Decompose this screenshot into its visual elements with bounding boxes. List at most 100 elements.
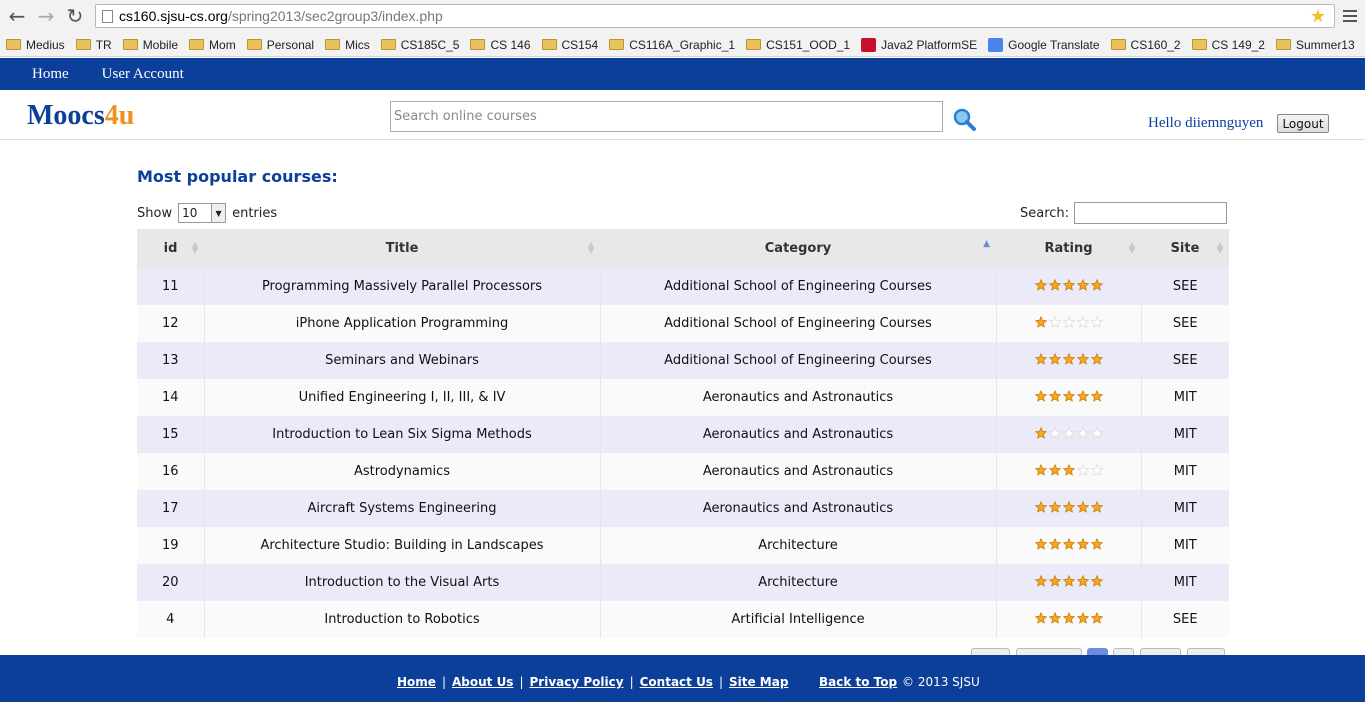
star-filled-icon[interactable] — [1048, 278, 1061, 291]
star-filled-icon[interactable] — [1034, 537, 1047, 550]
bookmark-item[interactable]: CS116A_Graphic_1 — [609, 38, 735, 52]
star-filled-icon[interactable] — [1090, 500, 1103, 513]
star-filled-icon[interactable] — [1076, 389, 1089, 402]
rating-stars[interactable] — [1034, 278, 1103, 291]
star-filled-icon[interactable] — [1076, 352, 1089, 365]
star-empty-icon[interactable] — [1048, 315, 1061, 328]
bookmark-item[interactable]: Google Translate — [988, 37, 1100, 52]
star-filled-icon[interactable] — [1090, 611, 1103, 624]
star-empty-icon[interactable] — [1090, 315, 1103, 328]
star-filled-icon[interactable] — [1034, 389, 1047, 402]
star-empty-icon[interactable] — [1090, 426, 1103, 439]
table-row[interactable]: 14 Unified Engineering I, II, III, & IV Ae… — [137, 379, 1229, 416]
footer-privacy-link[interactable]: Privacy Policy — [530, 675, 624, 689]
footer-about-link[interactable]: About Us — [452, 675, 513, 689]
table-row[interactable]: 16 Astrodynamics Aeronautics and Astronaut… — [137, 453, 1229, 490]
star-filled-icon[interactable] — [1090, 574, 1103, 587]
star-filled-icon[interactable] — [1034, 352, 1047, 365]
table-row[interactable]: 4 Introduction to Robotics Artificial Inte… — [137, 601, 1229, 638]
table-row[interactable]: 20 Introduction to the Visual Arts Archite… — [137, 564, 1229, 601]
star-filled-icon[interactable] — [1034, 315, 1047, 328]
star-filled-icon[interactable] — [1090, 537, 1103, 550]
logout-button[interactable]: Logout — [1277, 114, 1329, 133]
bookmark-item[interactable]: CS151_OOD_1 — [746, 38, 850, 52]
table-row[interactable]: 19 Architecture Studio: Building in Lands… — [137, 527, 1229, 564]
table-row[interactable]: 13 Seminars and Webinars Additional School… — [137, 342, 1229, 379]
star-empty-icon[interactable] — [1062, 315, 1075, 328]
star-filled-icon[interactable] — [1076, 278, 1089, 291]
bookmark-item[interactable]: Mobile — [122, 38, 178, 52]
rating-stars[interactable] — [1034, 611, 1103, 624]
star-filled-icon[interactable] — [1048, 352, 1061, 365]
nav-home-link[interactable]: Home — [32, 66, 69, 83]
rating-stars[interactable] — [1034, 426, 1103, 439]
column-header-rating[interactable]: Rating ▲ ▼ — [996, 229, 1141, 268]
browser-menu-icon[interactable] — [1340, 5, 1360, 27]
star-filled-icon[interactable] — [1034, 463, 1047, 476]
star-filled-icon[interactable] — [1076, 574, 1089, 587]
address-bar[interactable]: cs160.sjsu-cs.org/spring2013/sec2group3/… — [95, 4, 1335, 28]
star-filled-icon[interactable] — [1034, 611, 1047, 624]
reload-icon[interactable]: ↻ — [61, 2, 89, 30]
forward-arrow-icon[interactable]: → — [32, 2, 60, 30]
table-row[interactable]: 11 Programming Massively Parallel Process… — [137, 268, 1229, 305]
star-filled-icon[interactable] — [1034, 500, 1047, 513]
table-row[interactable]: 12 iPhone Application Programming Addition… — [137, 305, 1229, 342]
star-filled-icon[interactable] — [1062, 389, 1075, 402]
bookmark-item[interactable]: Java2 PlatformSE — [861, 37, 977, 52]
bookmark-item[interactable]: CS185C_5 — [380, 38, 459, 52]
star-filled-icon[interactable] — [1048, 500, 1061, 513]
star-filled-icon[interactable] — [1062, 574, 1075, 587]
site-logo[interactable]: Moocs4u — [27, 100, 134, 132]
course-search-input[interactable] — [390, 101, 943, 132]
star-filled-icon[interactable] — [1034, 426, 1047, 439]
star-filled-icon[interactable] — [1076, 537, 1089, 550]
table-search-input[interactable] — [1074, 202, 1227, 224]
star-filled-icon[interactable] — [1062, 537, 1075, 550]
rating-stars[interactable] — [1034, 352, 1103, 365]
bookmark-item[interactable]: Mics — [325, 38, 370, 52]
bookmark-item[interactable]: Summer13 — [1275, 38, 1355, 52]
bookmark-item[interactable]: CS 146 — [470, 38, 531, 52]
bookmark-item[interactable]: TR — [75, 38, 112, 52]
star-filled-icon[interactable] — [1048, 463, 1061, 476]
rating-stars[interactable] — [1034, 389, 1103, 402]
star-filled-icon[interactable] — [1062, 500, 1075, 513]
star-filled-icon[interactable] — [1048, 537, 1061, 550]
star-empty-icon[interactable] — [1076, 315, 1089, 328]
star-filled-icon[interactable] — [1090, 389, 1103, 402]
bookmark-item[interactable]: CS154 — [541, 38, 598, 52]
star-filled-icon[interactable] — [1076, 611, 1089, 624]
table-row[interactable]: 17 Aircraft Systems Engineering Aeronautic… — [137, 490, 1229, 527]
bookmark-item[interactable]: Mom — [189, 38, 236, 52]
rating-stars[interactable] — [1034, 574, 1103, 587]
rating-stars[interactable] — [1034, 537, 1103, 550]
star-filled-icon[interactable] — [1048, 389, 1061, 402]
bookmark-star-icon[interactable]: ★ — [1310, 6, 1326, 27]
search-icon[interactable] — [952, 107, 976, 131]
star-filled-icon[interactable] — [1062, 611, 1075, 624]
column-header-category[interactable]: Category ▲ — [600, 229, 996, 268]
star-filled-icon[interactable] — [1090, 278, 1103, 291]
footer-sitemap-link[interactable]: Site Map — [729, 675, 788, 689]
footer-contact-link[interactable]: Contact Us — [640, 675, 713, 689]
rating-stars[interactable] — [1034, 315, 1103, 328]
star-empty-icon[interactable] — [1048, 426, 1061, 439]
bookmark-item[interactable]: CS160_2 — [1110, 38, 1181, 52]
page-size-select[interactable]: 10 ▼ — [178, 203, 227, 223]
back-to-top-link[interactable]: Back to Top — [819, 675, 897, 689]
star-filled-icon[interactable] — [1034, 278, 1047, 291]
star-filled-icon[interactable] — [1062, 352, 1075, 365]
bookmark-item[interactable]: Medius — [6, 38, 65, 52]
column-header-id[interactable]: id ▲ ▼ — [137, 229, 204, 268]
rating-stars[interactable] — [1034, 500, 1103, 513]
star-filled-icon[interactable] — [1048, 574, 1061, 587]
star-empty-icon[interactable] — [1076, 463, 1089, 476]
column-header-title[interactable]: Title ▲ ▼ — [204, 229, 600, 268]
back-arrow-icon[interactable]: ← — [3, 2, 31, 30]
star-filled-icon[interactable] — [1048, 611, 1061, 624]
bookmark-item[interactable]: Personal — [246, 38, 314, 52]
table-row[interactable]: 15 Introduction to Lean Six Sigma Methods… — [137, 416, 1229, 453]
star-filled-icon[interactable] — [1090, 352, 1103, 365]
footer-home-link[interactable]: Home — [397, 675, 436, 689]
